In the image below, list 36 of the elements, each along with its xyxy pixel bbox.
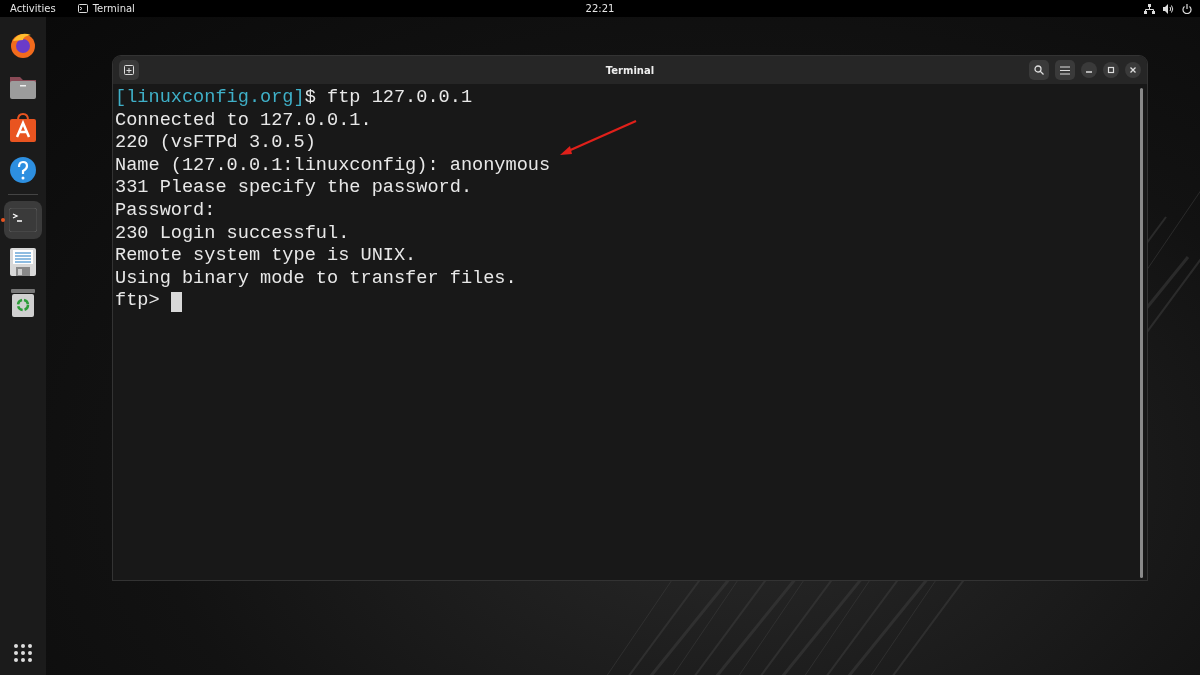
clock[interactable]: 22:21 bbox=[585, 3, 615, 14]
terminal-line: 230 Login successful. bbox=[115, 222, 350, 246]
terminal-icon[interactable] bbox=[9, 208, 37, 232]
shell-prompt: [linuxconfig.org] bbox=[115, 87, 305, 110]
trash-icon[interactable] bbox=[11, 289, 35, 317]
window-title: Terminal bbox=[605, 64, 655, 76]
app-grid-icon[interactable] bbox=[13, 643, 33, 663]
search-button[interactable] bbox=[1029, 60, 1049, 80]
terminal-line: Remote system type is UNIX. bbox=[115, 245, 417, 268]
terminal-line: 331 Please specify the password. bbox=[115, 177, 473, 200]
terminal-line: Name (127.0.0.1:linuxconfig): anonymous bbox=[115, 154, 551, 178]
network-icon[interactable] bbox=[1144, 3, 1155, 14]
maximize-button[interactable] bbox=[1103, 62, 1119, 78]
scrollbar[interactable] bbox=[1140, 88, 1143, 578]
search-icon bbox=[1034, 65, 1044, 75]
terminal-line: $ ftp 127.0.0.1 bbox=[304, 87, 473, 110]
activities-button[interactable]: Activities bbox=[10, 3, 56, 14]
terminal-line: 220 (vsFTPd 3.0.5) bbox=[115, 132, 316, 155]
close-icon bbox=[1129, 66, 1137, 74]
running-indicator bbox=[1, 218, 5, 222]
volume-icon[interactable] bbox=[1163, 3, 1174, 14]
terminal-line: Using binary mode to transfer files. bbox=[115, 267, 517, 291]
terminal-line: ftp> bbox=[115, 290, 161, 313]
menu-icon bbox=[1060, 65, 1070, 75]
app-menu-label[interactable]: Terminal bbox=[92, 3, 135, 14]
close-button[interactable] bbox=[1125, 62, 1141, 78]
terminal-icon bbox=[77, 4, 88, 13]
add-tab-icon bbox=[124, 65, 134, 75]
power-icon[interactable] bbox=[1182, 3, 1192, 14]
menu-button[interactable] bbox=[1055, 60, 1075, 80]
terminal-line: Connected to 127.0.0.1. bbox=[115, 109, 372, 133]
terminal-line: Password: bbox=[115, 199, 216, 223]
minimize-button[interactable] bbox=[1081, 62, 1097, 78]
maximize-icon bbox=[1107, 66, 1115, 74]
document-icon[interactable] bbox=[10, 247, 36, 276]
new-tab-button[interactable] bbox=[119, 60, 139, 80]
